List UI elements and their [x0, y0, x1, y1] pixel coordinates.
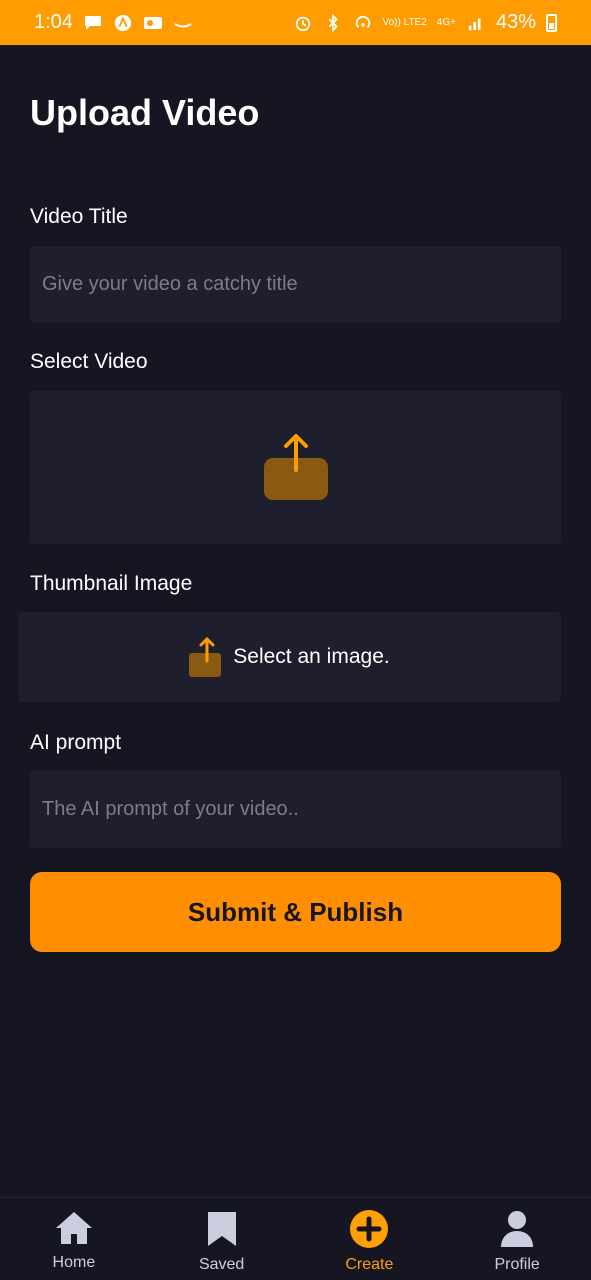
video-title-input[interactable]: [30, 246, 561, 323]
thumbnail-select-text: Select an image.: [233, 645, 390, 668]
ai-prompt-field[interactable]: [30, 771, 561, 848]
profile-icon: [501, 1211, 534, 1247]
submit-publish-button[interactable]: Submit & Publish: [30, 872, 561, 952]
network-top-text: Vo)) LTE2: [382, 16, 427, 28]
upload-icon: [263, 433, 328, 500]
tab-home[interactable]: Home: [0, 1198, 148, 1280]
amazon-icon: [174, 22, 192, 27]
network-indicator: Vo)) LTE2: [382, 16, 427, 28]
select-video-label: Select Video: [30, 350, 148, 373]
tab-saved-label: Saved: [198, 1256, 245, 1273]
tab-home-label: Home: [52, 1254, 96, 1271]
bottom-tab-bar: Home Saved Create Profile: [0, 1197, 591, 1280]
battery-icon: [546, 13, 557, 32]
ai-prompt-label: AI prompt: [30, 731, 122, 754]
video-title-field[interactable]: [30, 246, 561, 323]
tab-profile[interactable]: Profile: [443, 1198, 591, 1280]
tab-create[interactable]: Create: [296, 1198, 444, 1280]
signal-icon: [468, 18, 481, 30]
tab-create-label: Create: [345, 1256, 394, 1273]
status-bar-left: 1:04: [34, 11, 193, 34]
bookmark-icon: [207, 1212, 236, 1246]
status-bar: 1:04 Vo)) LTE2 4G+ 43%: [0, 0, 591, 45]
thumbnail-upload-box[interactable]: Select an image.: [18, 612, 561, 702]
app-notification-icon: [114, 14, 132, 31]
ai-prompt-input[interactable]: [30, 771, 561, 848]
outlook-icon: [143, 16, 162, 29]
status-time: 1:04: [34, 11, 73, 33]
tab-saved[interactable]: Saved: [148, 1198, 296, 1280]
plus-circle-icon: [350, 1210, 389, 1248]
thumbnail-label: Thumbnail Image: [30, 572, 193, 595]
upload-icon-small: [189, 637, 222, 677]
battery-percent: 43%: [495, 11, 536, 33]
status-bar-right: Vo)) LTE2 4G+ 43%: [293, 11, 557, 34]
home-icon: [55, 1212, 92, 1244]
page-title: Upload Video: [30, 92, 260, 133]
bluetooth-icon: [328, 13, 338, 32]
video-title-label: Video Title: [30, 205, 128, 228]
tab-profile-label: Profile: [494, 1256, 540, 1273]
network-gen: 4G+: [436, 16, 456, 28]
hotspot-icon: [355, 15, 370, 28]
alarm-icon: [295, 16, 310, 31]
message-icon: [84, 15, 101, 30]
video-upload-box[interactable]: [30, 391, 561, 544]
